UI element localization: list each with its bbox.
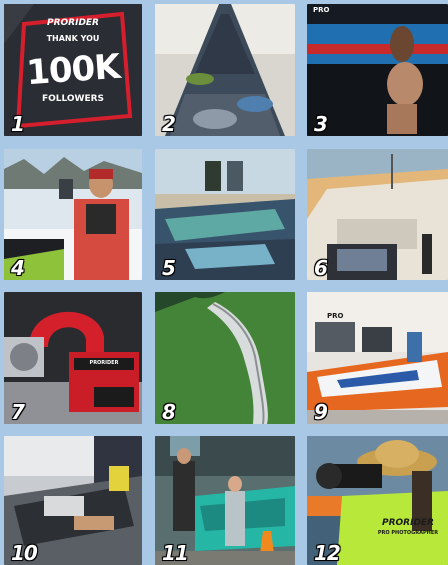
beach-jetskis-photo (155, 149, 295, 280)
photo-tile-6[interactable]: 6 (307, 149, 448, 280)
photo-tile-12[interactable]: PRORIDER PRO PHOTOGRAPHER 12 (307, 436, 448, 565)
tile-1-brand: PRORIDER (46, 18, 99, 28)
photo-tile-9[interactable]: PRO 9 (307, 292, 448, 424)
tile-number-5: 5 (162, 256, 176, 280)
tile-3-brand: PRO (313, 6, 330, 14)
tile-number-7: 7 (11, 400, 25, 424)
photo-tile-5[interactable]: 5 (155, 149, 295, 280)
tile-number-12: 12 (314, 541, 341, 565)
photo-tile-11[interactable]: 11 (155, 436, 295, 565)
tile-number-2: 2 (162, 112, 176, 136)
aerial-river-photo (155, 292, 295, 424)
tile-number-3: 3 (314, 112, 328, 136)
tile-7-brand: PRORIDER (89, 360, 119, 366)
jetski-lineup-photo (155, 4, 295, 136)
tile-number-6: 6 (314, 256, 328, 280)
photo-tile-4[interactable]: 4 (4, 149, 142, 280)
winter-rider-photo (4, 149, 142, 280)
yacht-sunset-photo (307, 149, 448, 280)
photo-tile-2[interactable]: 2 (155, 4, 295, 136)
photo-tile-10[interactable]: 10 (4, 436, 142, 565)
tile-number-1: 1 (11, 112, 25, 136)
tile-number-10: 10 (11, 541, 38, 565)
tile-1-line2: FOLLOWERS (41, 94, 105, 104)
tile-number-11: 11 (162, 541, 189, 565)
photo-tile-8[interactable]: 8 (155, 292, 295, 424)
tile-12-shirt-brand: PRORIDER (381, 518, 434, 528)
boat-model-photo (307, 4, 448, 136)
tile-number-8: 8 (162, 400, 176, 424)
tile-1-line1: THANK YOU (46, 34, 100, 43)
photo-tile-7[interactable]: PRORIDER 7 (4, 292, 142, 424)
tile-9-brand: PRO (327, 312, 344, 320)
photo-grid: PRORIDER THANK YOU 100K FOLLOWERS 1 2 PR… (0, 0, 448, 565)
tile-12-shirt-sub: PRO PHOTOGRAPHER (377, 530, 439, 536)
photo-tile-3[interactable]: PRO 3 (307, 4, 448, 136)
photo-tile-1[interactable]: PRORIDER THANK YOU 100K FOLLOWERS 1 (4, 4, 142, 136)
tile-number-4: 4 (11, 256, 25, 280)
tile-number-9: 9 (314, 400, 328, 424)
red-engine-part-photo (4, 292, 142, 424)
